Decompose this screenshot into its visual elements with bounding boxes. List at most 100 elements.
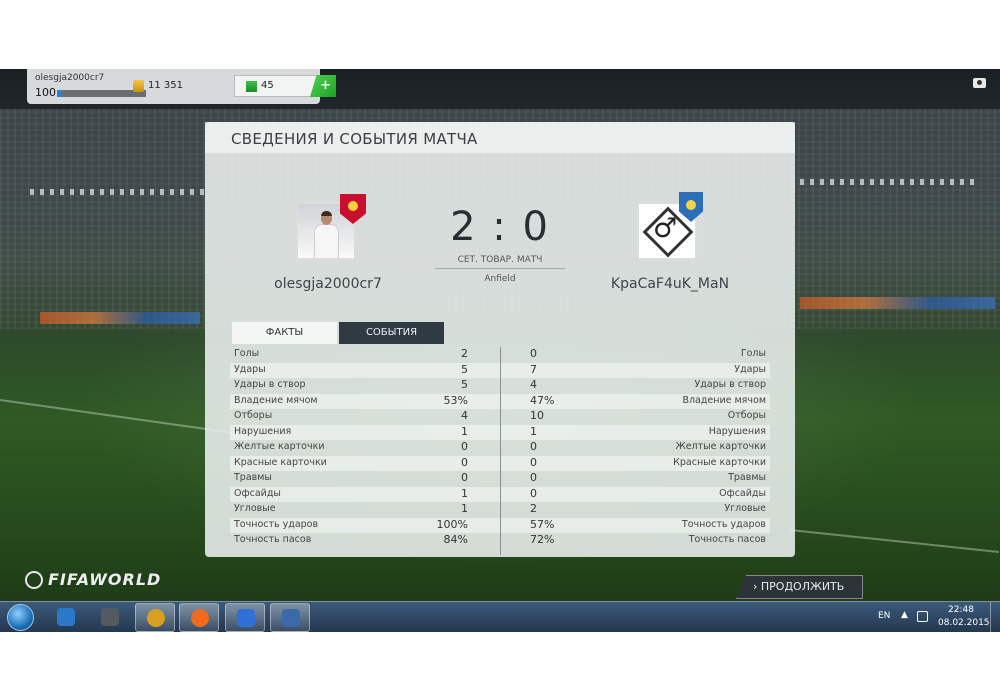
stat-label-away: Отборы xyxy=(727,410,766,421)
stat-value-home: 5 xyxy=(461,362,468,376)
stat-value-away: 0 xyxy=(530,471,537,484)
stat-value-home: 1 xyxy=(461,486,468,500)
tray-expand-icon[interactable]: ▲ xyxy=(901,610,908,620)
male-symbol-icon: ♂ xyxy=(653,213,678,244)
stat-label-away: Желтые карточки xyxy=(675,441,766,452)
stat-label-home: Удары xyxy=(234,363,266,375)
stat-label-home: Угловые xyxy=(234,503,276,514)
origin-icon xyxy=(191,609,209,627)
windows-taskbar: EN ▲ 22:48 08.02.2015 xyxy=(0,601,1000,632)
panel-header: СВЕДЕНИЯ И СОБЫТИЯ МАТЧА xyxy=(205,122,795,153)
stat-value-away: 57% xyxy=(530,517,555,531)
stat-label-away: Голы xyxy=(740,348,766,359)
stat-label-away: Удары в створ xyxy=(694,379,766,390)
ea-logo-icon xyxy=(25,571,43,589)
stat-value-home: 100% xyxy=(436,517,468,531)
points-box: 45 + xyxy=(234,75,336,97)
camera-icon[interactable] xyxy=(973,78,986,88)
match-details-panel: СВЕДЕНИЯ И СОБЫТИЯ МАТЧА ♂ olesgja2000cr… xyxy=(205,122,795,557)
start-button[interactable] xyxy=(7,604,34,631)
stat-label-away: Красные карточки xyxy=(673,456,766,468)
clock-date[interactable]: 08.02.2015 xyxy=(938,618,990,628)
media-player-icon xyxy=(57,608,75,626)
stat-label-away: Владение мячом xyxy=(682,394,766,406)
stat-value-away: 7 xyxy=(530,362,537,376)
player-photo xyxy=(312,211,340,258)
game-screen: olesgja2000cr7 100 11 351 45 + СВЕДЕНИЯ … xyxy=(0,69,1000,632)
stat-label-away: Точность ударов xyxy=(681,518,766,530)
stat-value-home: 0 xyxy=(461,440,468,453)
taskbar-app-button[interactable] xyxy=(46,603,86,632)
stat-label-home: Точность ударов xyxy=(234,518,319,530)
player-status-panel: olesgja2000cr7 100 11 351 45 + xyxy=(27,69,336,104)
stat-label-home: Удары в створ xyxy=(234,379,306,390)
stat-value-away: 10 xyxy=(530,409,544,422)
taskbar-app-button[interactable] xyxy=(90,603,130,632)
stat-label-home: Владение мячом xyxy=(234,394,318,406)
taskbar-app-button[interactable] xyxy=(225,603,265,632)
stat-label-away: Нарушения xyxy=(708,425,766,437)
stat-value-home: 0 xyxy=(461,455,468,469)
add-points-button[interactable]: + xyxy=(310,75,336,97)
stat-label-away: Травмы xyxy=(728,472,766,483)
coins-value: 11 351 xyxy=(148,80,183,91)
stat-label-home: Голы xyxy=(234,348,260,359)
stat-value-home: 5 xyxy=(461,378,468,391)
stat-value-home: 53% xyxy=(443,393,468,407)
away-player-name: KpaCaF4uK_MaN xyxy=(610,276,730,292)
taskbar-app-button[interactable] xyxy=(270,603,310,632)
stat-value-away: 4 xyxy=(530,378,537,391)
show-desktop-button[interactable] xyxy=(990,602,1000,632)
stat-label-home: Желтые карточки xyxy=(234,441,325,452)
stat-value-away: 0 xyxy=(530,486,537,500)
stat-value-home: 1 xyxy=(461,502,468,515)
tab-events[interactable]: СОБЫТИЯ xyxy=(339,322,444,344)
venue-label: Anfield xyxy=(484,274,516,284)
page-title: СВЕДЕНИЯ И СОБЫТИЯ МАТЧА xyxy=(231,130,478,148)
fifa-world-icon xyxy=(237,609,255,627)
network-icon[interactable] xyxy=(917,611,928,622)
stadium-lights-left xyxy=(30,189,210,195)
points-icon xyxy=(246,81,257,92)
pitch-line-right xyxy=(789,529,999,553)
tab-facts[interactable]: ФАКТЫ xyxy=(232,322,337,344)
level-progress-fill xyxy=(57,90,62,97)
stat-label-home: Красные карточки xyxy=(234,456,327,468)
stat-label-home: Офсайды xyxy=(234,487,281,499)
stat-value-away: 2 xyxy=(530,502,537,515)
clock-time[interactable]: 22:48 xyxy=(938,605,984,615)
stats-divider xyxy=(500,347,501,555)
stat-value-away: 0 xyxy=(530,440,537,453)
stat-value-away: 72% xyxy=(530,533,555,546)
stat-value-home: 0 xyxy=(461,471,468,484)
chrome-icon xyxy=(147,609,165,627)
stat-value-home: 4 xyxy=(461,409,468,422)
ad-board-left xyxy=(40,312,200,324)
continue-button[interactable]: › ПРОДОЛЖИТЬ xyxy=(736,575,863,599)
taskbar-app-button[interactable] xyxy=(179,603,219,632)
stat-label-away: Угловые xyxy=(724,503,766,514)
stat-label-away: Удары xyxy=(734,363,766,375)
home-player-name: olesgja2000cr7 xyxy=(274,276,382,292)
stat-value-home: 84% xyxy=(443,533,468,546)
username-label: olesgja2000cr7 xyxy=(35,73,105,83)
stat-label-home: Нарушения xyxy=(234,425,292,437)
stat-label-home: Отборы xyxy=(234,410,273,421)
match-type-label: СЕТ. ТОВАР. МАТЧ xyxy=(435,255,565,269)
stat-label-home: Травмы xyxy=(234,472,272,483)
ad-board-right xyxy=(800,297,995,309)
stat-value-away: 47% xyxy=(530,393,555,407)
stat-value-away: 0 xyxy=(530,347,537,360)
stat-label-away: Офсайды xyxy=(719,487,766,499)
stat-value-home: 2 xyxy=(461,347,468,360)
match-stats-table: Голы 2 0 Голы Удары 5 7 Удары Удары в створ 5 4 Уда… xyxy=(230,347,770,555)
stadium-lights-right xyxy=(800,179,980,185)
stat-label-home: Точность пасов xyxy=(234,534,312,545)
screen-app-icon xyxy=(282,609,300,627)
stat-value-away: 0 xyxy=(530,455,537,469)
film-icon xyxy=(101,608,119,626)
language-indicator[interactable]: EN xyxy=(878,611,890,621)
stat-label-away: Точность пасов xyxy=(688,534,766,545)
stat-value-home: 1 xyxy=(461,424,468,438)
taskbar-app-button[interactable] xyxy=(135,603,175,632)
